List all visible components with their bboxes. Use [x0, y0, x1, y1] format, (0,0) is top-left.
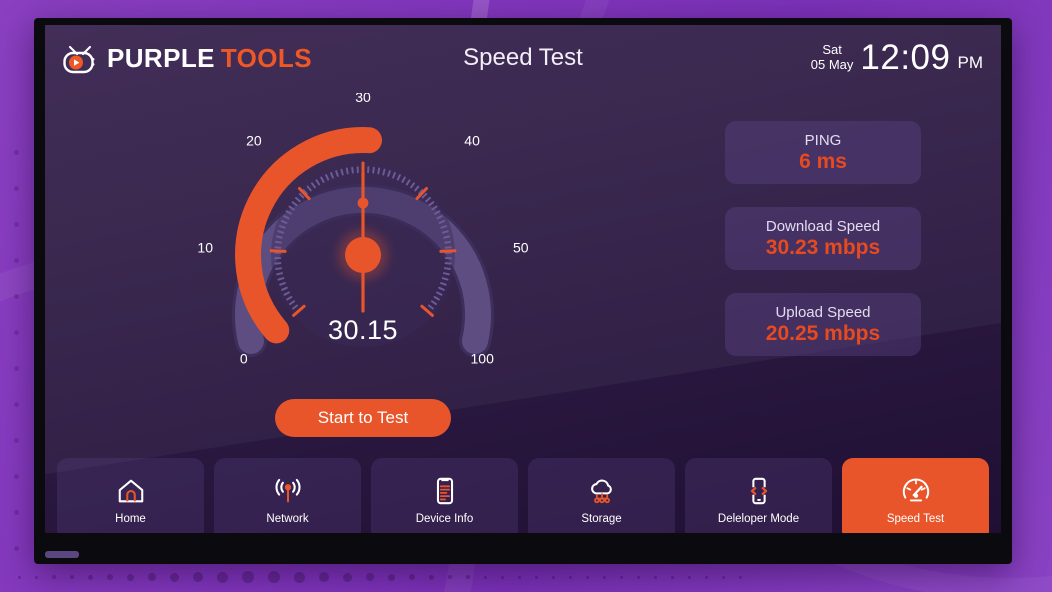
stat-card-upload-speed: Upload Speed 20.25 mbps [725, 293, 921, 356]
nav-item-home[interactable]: Home [57, 458, 204, 533]
gauge-tick-label: 100 [471, 351, 495, 367]
nav-item-network[interactable]: Network [214, 458, 361, 533]
gauge-tick-label: 40 [464, 133, 480, 149]
stat-value: 20.25 mbps [765, 321, 881, 345]
stat-value: 30.23 mbps [765, 235, 881, 259]
nav-item-label: Home [115, 512, 146, 525]
nav-item-speed-test[interactable]: Speed Test [842, 458, 989, 533]
stat-value: 6 ms [799, 149, 847, 173]
stat-label: Upload Speed [775, 303, 871, 321]
desktop-wallpaper: PURPLE TOOLS Speed Test Sat 05 May 12:09 … [0, 0, 1052, 592]
start-to-test-button[interactable]: Start to Test [275, 399, 451, 437]
clock-date-block: Sat 05 May [811, 42, 854, 75]
brand-name-secondary: TOOLS [220, 42, 312, 73]
clock-time: 12:09 [860, 38, 951, 77]
gauge-tick-label: 10 [197, 240, 213, 256]
nav-item-label: Network [266, 512, 309, 525]
stats-panel: PING 6 ms Download Speed 30.23 mbps Upload S… [663, 91, 983, 467]
brand-name-primary: PURPLE [107, 42, 215, 73]
nav-item-deleloper-mode[interactable]: Deleloper Mode [685, 458, 832, 533]
app-header: PURPLE TOOLS Speed Test Sat 05 May 12:09 … [45, 25, 1001, 91]
wallpaper-dot-row [0, 566, 1052, 588]
stat-card-download-speed: Download Speed 30.23 mbps [725, 207, 921, 270]
gauge-tick-label: 30 [355, 93, 371, 105]
gauge-hub [345, 237, 381, 273]
gauge-svg: 0 10 20 30 40 50 100 [197, 93, 529, 367]
nav-item-label: Storage [581, 512, 622, 525]
stat-label: PING [804, 131, 842, 149]
cloud-storage-icon [587, 476, 617, 506]
developer-mode-icon [744, 476, 774, 506]
tv-bezel: PURPLE TOOLS Speed Test Sat 05 May 12:09 … [34, 18, 1012, 564]
main-content: 0 10 20 30 40 50 100 30.15 Start to Test PING 6… [45, 91, 1001, 467]
brand-logo: PURPLE TOOLS [61, 40, 312, 76]
gauge-tick-label: 0 [240, 351, 248, 367]
nav-item-label: Device Info [415, 512, 474, 525]
bezel-indicator-light [45, 551, 79, 558]
gauge-section: 0 10 20 30 40 50 100 30.15 Start to Test [63, 91, 663, 467]
stat-card-ping: PING 6 ms [725, 121, 921, 184]
network-icon [273, 476, 303, 506]
gauge-value-readout: 30.15 [327, 315, 399, 345]
gauge-tick-label: 50 [513, 240, 529, 256]
brand-text: PURPLE TOOLS [107, 43, 312, 74]
nav-item-label: Speed Test [886, 512, 945, 525]
bottom-navigation: Home Network Device Info Storage Delelop… [45, 458, 1001, 533]
clock-meridiem: PM [957, 53, 984, 72]
speed-gauge: 0 10 20 30 40 50 100 30.15 [193, 93, 533, 393]
speedometer-icon [901, 476, 931, 506]
status-clock: Sat 05 May 12:09 PM [811, 38, 983, 78]
nav-item-device-info[interactable]: Device Info [371, 458, 518, 533]
tv-screen: PURPLE TOOLS Speed Test Sat 05 May 12:09 … [45, 25, 1001, 533]
nav-item-label: Deleloper Mode [717, 512, 800, 525]
tv-play-icon [63, 45, 95, 74]
gauge-tick-label: 20 [246, 133, 262, 149]
clock-weekday: Sat [822, 41, 842, 57]
stat-label: Download Speed [765, 217, 881, 235]
device-info-icon [430, 476, 460, 506]
nav-item-storage[interactable]: Storage [528, 458, 675, 533]
home-icon [116, 476, 146, 506]
clock-date: 05 May [810, 57, 854, 72]
